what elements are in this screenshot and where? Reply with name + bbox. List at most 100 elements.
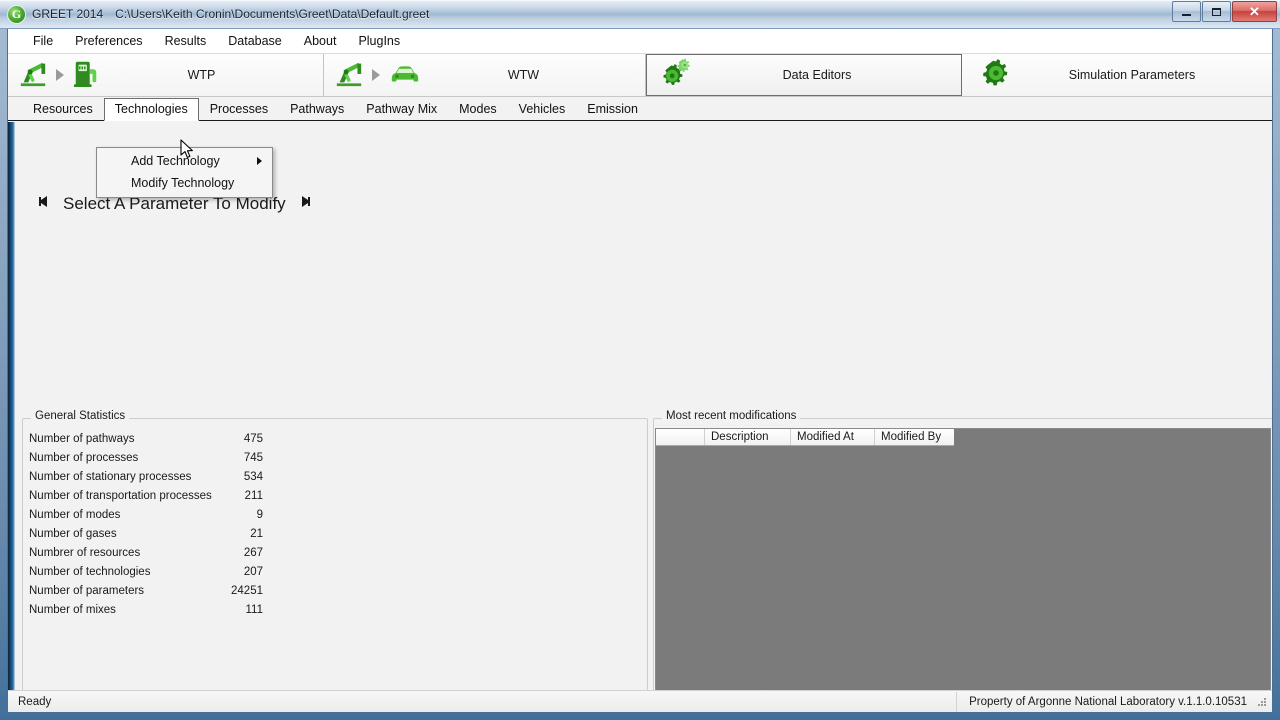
application-window: G GREET 2014 C:\Users\Keith Cronin\Docum… <box>0 0 1280 720</box>
car-icon <box>388 60 422 91</box>
menu-item-database[interactable]: Database <box>217 30 293 52</box>
toolbar-panel-data-editors[interactable]: Data Editors <box>646 54 962 96</box>
stat-row: Number of parameters 24251 <box>29 581 629 600</box>
recent-modifications-grid[interactable]: Description Modified At Modified By <box>655 428 1271 691</box>
menu-item-about[interactable]: About <box>293 30 348 52</box>
stat-row: Numbrer of resources 267 <box>29 543 629 562</box>
close-icon: ✕ <box>1249 3 1260 19</box>
menu-item-preferences[interactable]: Preferences <box>64 30 153 52</box>
status-bar: Ready Property of Argonne National Labor… <box>8 690 1272 712</box>
status-right-group: Property of Argonne National Laboratory … <box>956 691 1272 712</box>
client-area: File Preferences Results Database About … <box>7 29 1273 713</box>
grid-header-blank[interactable] <box>656 429 705 445</box>
title-bar: G GREET 2014 C:\Users\Keith Cronin\Docum… <box>0 0 1280 29</box>
tab-pathway-mix[interactable]: Pathway Mix <box>355 98 448 121</box>
stat-row: Number of pathways 475 <box>29 429 629 448</box>
stat-value: 745 <box>243 451 263 464</box>
right-pointer-icon <box>295 194 311 214</box>
stat-label: Number of mixes <box>29 603 116 616</box>
stat-label: Number of stationary processes <box>29 470 192 483</box>
oil-pumpjack-icon <box>18 58 48 93</box>
main-toolbar: WTP WTW Data Editors Simulation Paramete… <box>8 54 1272 97</box>
tab-modes[interactable]: Modes <box>448 98 508 121</box>
stat-row: Number of mixes 111 <box>29 600 629 619</box>
minimize-button[interactable] <box>1172 1 1201 22</box>
data-editors-icons <box>647 57 699 94</box>
arrow-right-icon <box>372 69 380 81</box>
stat-label: Number of gases <box>29 527 117 540</box>
stat-value: 207 <box>243 565 263 578</box>
tab-technologies[interactable]: Technologies <box>103 98 199 121</box>
menu-item-plugins[interactable]: PlugIns <box>347 30 411 52</box>
modify-technology-label: Modify Technology <box>131 176 235 190</box>
toolbar-label-data-editors: Data Editors <box>782 68 852 82</box>
double-gear-icon <box>657 57 693 94</box>
stat-label: Number of parameters <box>29 584 145 597</box>
stat-value: 534 <box>243 470 263 483</box>
menu-item-modify-technology[interactable]: Modify Technology <box>97 172 272 194</box>
window-title: GREET 2014 <box>32 7 104 21</box>
technologies-dropdown-menu: Add Technology Modify Technology <box>96 147 273 198</box>
wtw-icons <box>324 58 428 93</box>
stat-label: Numbrer of resources <box>29 546 141 559</box>
tab-processes[interactable]: Processes <box>199 98 279 121</box>
grid-header-modified-at[interactable]: Modified At <box>791 429 875 445</box>
toolbar-panel-wtp[interactable]: WTP <box>8 54 324 96</box>
wtp-icons <box>8 58 106 93</box>
general-statistics-caption: General Statistics <box>31 410 130 422</box>
menu-item-file[interactable]: File <box>22 30 64 52</box>
toolbar-panel-simulation-parameters[interactable]: Simulation Parameters <box>962 54 1272 96</box>
window-file-path: C:\Users\Keith Cronin\Documents\Greet\Da… <box>115 7 430 21</box>
simulation-parameters-icons <box>962 57 1018 94</box>
stat-label: Number of processes <box>29 451 139 464</box>
fuel-pump-icon <box>72 58 100 93</box>
stat-label: Number of modes <box>29 508 121 521</box>
stat-value: 211 <box>244 489 263 502</box>
greet-logo-icon: G <box>8 5 25 23</box>
stat-value: 9 <box>256 508 263 521</box>
window-controls: ✕ <box>1171 1 1277 22</box>
toolbar-panel-wtw[interactable]: WTW <box>324 54 646 96</box>
menu-item-results[interactable]: Results <box>154 30 218 52</box>
toolbar-label-wtp: WTP <box>187 68 216 82</box>
stat-value: 267 <box>243 546 263 559</box>
stat-value: 111 <box>245 603 263 616</box>
stat-row: Number of technologies 207 <box>29 562 629 581</box>
content-area: Select A Parameter To Modify General Sta… <box>8 122 1272 708</box>
tab-pathways[interactable]: Pathways <box>279 98 355 121</box>
maximize-button[interactable] <box>1202 1 1231 22</box>
stat-row: Number of modes 9 <box>29 505 629 524</box>
general-statistics-list: Number of pathways 475 Number of process… <box>29 429 629 619</box>
tab-emission[interactable]: Emission <box>576 98 649 121</box>
menu-bar: File Preferences Results Database About … <box>8 29 1272 54</box>
recent-modifications-caption: Most recent modifications <box>662 410 801 422</box>
left-pointer-icon <box>38 194 54 214</box>
stat-label: Number of technologies <box>29 565 151 578</box>
add-technology-label: Add Technology <box>131 154 220 168</box>
toolbar-label-simulation-parameters: Simulation Parameters <box>1068 68 1196 82</box>
menu-item-add-technology[interactable]: Add Technology <box>97 150 272 172</box>
toolbar-label-wtw: WTW <box>507 68 540 82</box>
close-button[interactable]: ✕ <box>1232 1 1277 22</box>
arrow-right-icon <box>56 69 64 81</box>
oil-pumpjack-icon <box>334 58 364 93</box>
stat-row: Number of processes 745 <box>29 448 629 467</box>
left-edge-strip <box>8 122 15 690</box>
grid-header-description[interactable]: Description <box>705 429 791 445</box>
tab-resources[interactable]: Resources <box>22 98 104 121</box>
status-text: Ready <box>18 695 52 708</box>
general-statistics-group: General Statistics Number of pathways 47… <box>22 410 648 708</box>
stat-row: Number of transportation processes 211 <box>29 486 629 505</box>
stat-value: 475 <box>243 432 263 445</box>
stat-label: Number of pathways <box>29 432 135 445</box>
gear-icon <box>980 57 1012 94</box>
status-copyright-version: Property of Argonne National Laboratory … <box>956 691 1255 712</box>
stat-row: Number of stationary processes 534 <box>29 467 629 486</box>
grid-header-row: Description Modified At Modified By <box>656 429 954 446</box>
app-page: File Preferences Results Database About … <box>8 29 1272 712</box>
tab-vehicles[interactable]: Vehicles <box>508 98 577 121</box>
stat-value: 24251 <box>231 584 263 597</box>
grid-header-modified-by[interactable]: Modified By <box>875 429 954 445</box>
resize-grip-icon[interactable] <box>1255 695 1269 709</box>
recent-modifications-group: Most recent modifications Description Mo… <box>653 410 1272 708</box>
